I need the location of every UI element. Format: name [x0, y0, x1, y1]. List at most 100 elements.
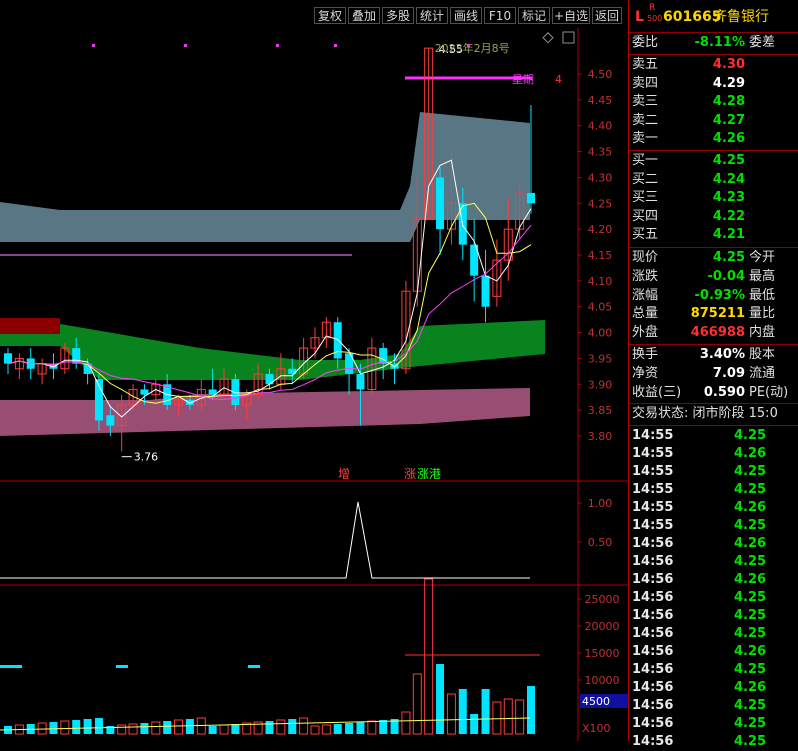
- tick-price: 4.26: [734, 446, 767, 461]
- dot-marker: [334, 44, 337, 47]
- toolbar: 复权 叠加 多股 统计 画线 F10 标记 +自选 返回: [0, 0, 628, 28]
- tick-row: 14:55 4.25: [629, 427, 798, 445]
- volume-bar: [424, 578, 434, 735]
- weibi-label: 委比: [632, 35, 659, 50]
- tick-time: 14:56: [632, 716, 674, 731]
- toolbar-button-8[interactable]: 返回: [592, 7, 622, 24]
- price-axis-label: 3.95: [588, 352, 613, 365]
- lower-band: [0, 388, 530, 436]
- tick-time: 14:56: [632, 680, 674, 695]
- quote2-row-2-label2: PE(动): [749, 385, 789, 400]
- volume-unit: X100: [582, 722, 611, 735]
- volume-bar: [470, 714, 479, 734]
- volume-bar: [515, 699, 525, 735]
- candle-body: [140, 389, 149, 395]
- volume-bar: [94, 718, 103, 734]
- tick-price: 4.25: [734, 428, 767, 443]
- volume-bar: [72, 720, 81, 734]
- quote2-row-2-label: 收益(三): [632, 385, 682, 400]
- volume-axis-label: 10000: [585, 674, 620, 687]
- dot-marker: [276, 44, 279, 47]
- price-axis-label: 3.80: [588, 430, 613, 443]
- toolbar-button-0[interactable]: 复权: [314, 7, 346, 24]
- tag-number: 4: [555, 73, 562, 86]
- quote-panel: L R 500 601665 齐鲁银行 委比 -8.11% 委差 卖五 4.30 卖…: [628, 0, 798, 749]
- sell-row-4-label: 卖四: [632, 75, 659, 91]
- quote-row-0-value: 4.25: [712, 250, 745, 265]
- tick-row: 14:56 4.26: [629, 679, 798, 697]
- buy-row-1: 买一 4.25: [629, 152, 798, 170]
- quote2-row-1: 净资 7.09 流通: [629, 365, 798, 383]
- toolbar-button-1[interactable]: 叠加: [348, 7, 380, 24]
- sell-row-3: 卖三 4.28: [629, 93, 798, 111]
- buy-row-4-label: 买四: [632, 208, 659, 224]
- quote2-row-2: 收益(三) 0.590 PE(动): [629, 384, 798, 402]
- quote2-row-0-label: 换手: [632, 347, 659, 362]
- quote-row-4: 外盘 466988 内盘: [629, 324, 798, 342]
- weibi-value: -8.11%: [694, 35, 746, 50]
- kline-chart[interactable]: 4.50 4.45 4.40 4.35 4.30 4.25 4.20 4.15 4.10 4.05…: [0, 28, 628, 741]
- tick-time: 14:55: [632, 428, 674, 443]
- volume-dash: [10, 665, 22, 668]
- candle-body: [4, 353, 12, 364]
- price-axis-label: 4.00: [588, 327, 613, 340]
- sell-row-2-label: 卖二: [632, 112, 659, 128]
- quote-row-3-label: 总量: [632, 306, 659, 322]
- price-axis-label: 4.30: [588, 171, 613, 184]
- tick-row: 14:56 4.25: [629, 697, 798, 715]
- quote2-row-0-label2: 股本: [749, 347, 776, 362]
- tick-time: 14:55: [632, 518, 674, 533]
- toolbar-button-5[interactable]: F10: [484, 7, 516, 24]
- tick-row: 14:56 4.25: [629, 625, 798, 643]
- volume-bar: [321, 724, 331, 735]
- tick-price: 4.25: [734, 626, 767, 641]
- volume-bar: [492, 701, 502, 735]
- toolbar-button-6[interactable]: 标记: [518, 7, 550, 24]
- candle-body: [436, 177, 445, 230]
- volume-bar: [140, 723, 149, 734]
- volume-bar: [128, 723, 138, 735]
- tick-time: 14:55: [632, 500, 674, 515]
- tick-price: 4.25: [734, 464, 767, 479]
- volume-axis-label: 15000: [585, 647, 620, 660]
- volume-bar: [481, 689, 490, 734]
- tick-row: 14:56 4.25: [629, 715, 798, 733]
- stock-header: L R 500 601665 齐鲁银行: [629, 3, 798, 30]
- toolbar-button-2[interactable]: 多股: [382, 7, 414, 24]
- price-axis-label: 4.10: [588, 275, 613, 288]
- toolbar-button-3[interactable]: 统计: [416, 7, 448, 24]
- tick-price: 4.25: [734, 554, 767, 569]
- toolbar-button-4[interactable]: 画线: [450, 7, 482, 24]
- middle-band-red: [0, 318, 60, 334]
- quote-row-2-value: -0.93%: [694, 287, 746, 303]
- buy-row-5: 买五 4.21: [629, 226, 798, 244]
- price-axis-label: 4.35: [588, 146, 613, 159]
- label-zhang: 涨: [404, 466, 416, 481]
- stock-name: 齐鲁银行: [713, 9, 769, 25]
- price-axis-label: 4.05: [588, 301, 613, 314]
- quote2-row-1-value: 7.09: [712, 366, 745, 381]
- l-badge: L: [635, 9, 644, 25]
- volume-bar: [503, 698, 513, 735]
- quote-row-1-value: -0.04: [707, 268, 745, 284]
- buy-row-2-value: 4.24: [712, 171, 745, 187]
- candle-body: [356, 373, 365, 390]
- price-axis-label: 4.45: [588, 94, 613, 107]
- tick-price: 4.25: [734, 716, 767, 731]
- quote2-row-0-value: 3.40%: [699, 347, 745, 362]
- volume-bar: [436, 664, 445, 734]
- tick-price: 4.25: [734, 662, 767, 677]
- volume-bar: [401, 711, 411, 735]
- volume-dash: [116, 665, 128, 668]
- volume-bar: [163, 721, 172, 734]
- tick-price: 4.26: [734, 572, 767, 587]
- tick-price: 4.25: [734, 590, 767, 605]
- volume-bar: [276, 719, 286, 735]
- label-zeng: 增: [338, 467, 350, 481]
- buy-row-1-value: 4.25: [712, 153, 745, 168]
- toolbar-button-7[interactable]: +自选: [552, 7, 590, 24]
- sell-row-3-label: 卖三: [632, 94, 659, 109]
- quote2-row-1-label2: 流通: [749, 366, 776, 381]
- tick-row: 14:56 4.25: [629, 589, 798, 607]
- label-gang: 涨港: [417, 466, 441, 481]
